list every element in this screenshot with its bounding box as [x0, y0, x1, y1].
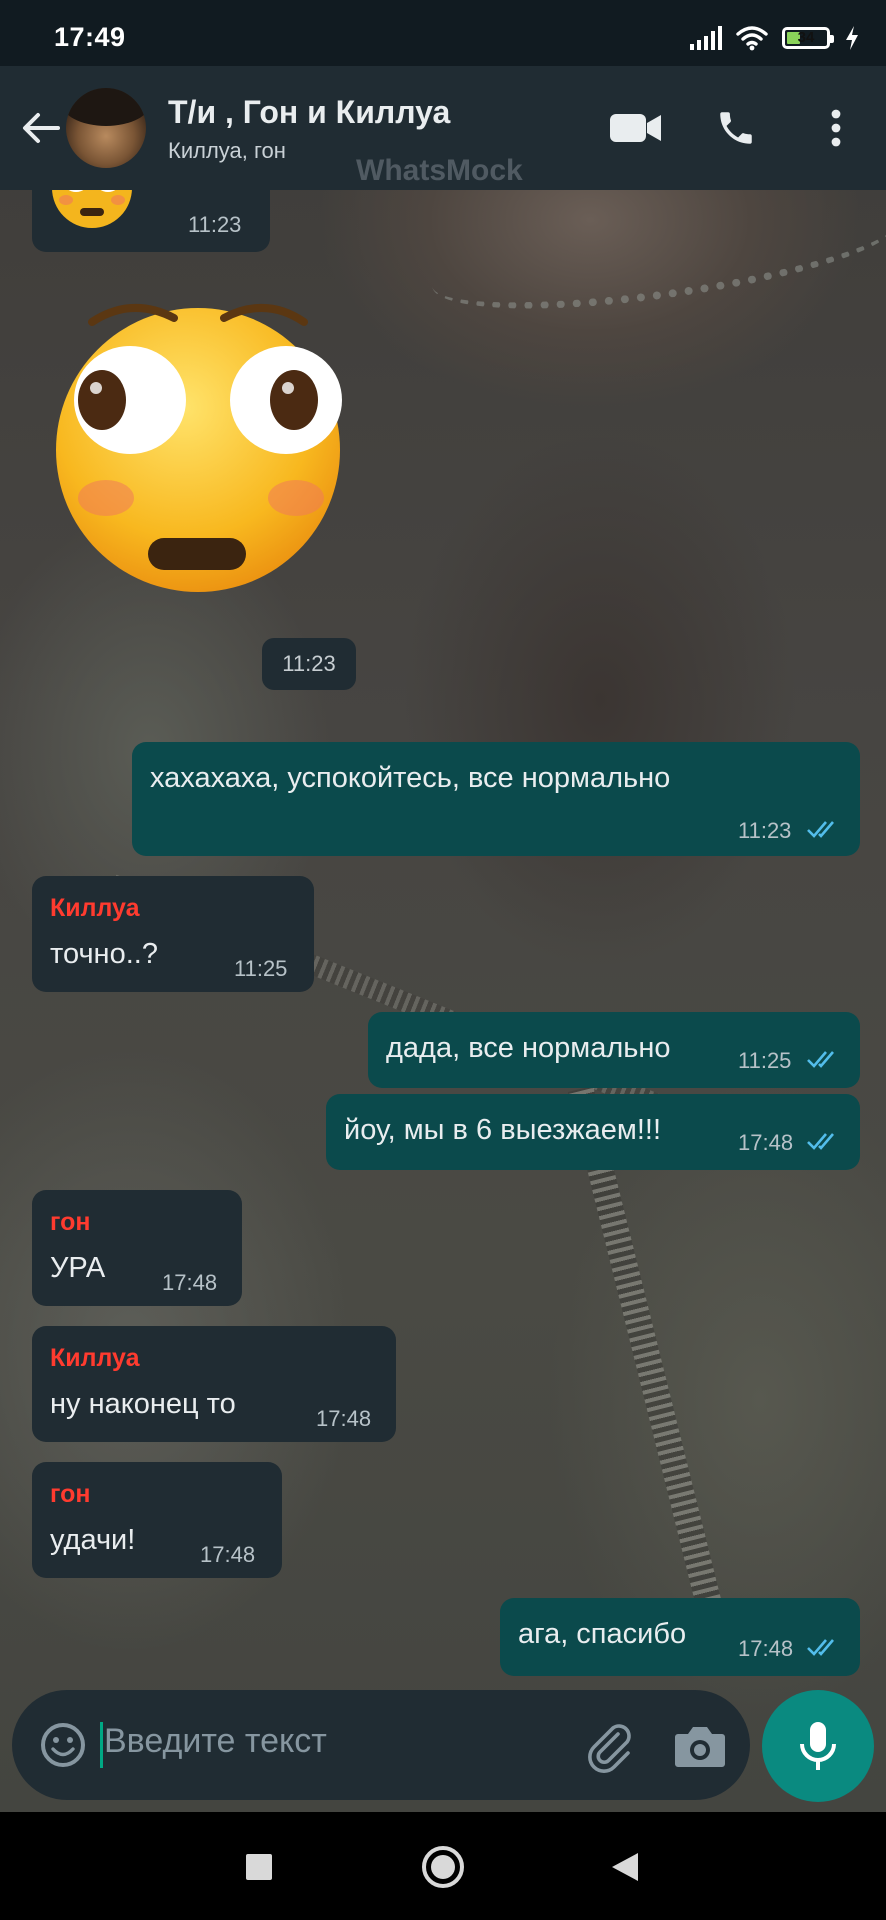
- group-avatar[interactable]: [66, 88, 146, 168]
- message-time: 17:48: [316, 1406, 372, 1431]
- wallpaper-necklace: [426, 177, 886, 331]
- read-ticks-icon: [807, 1639, 834, 1656]
- more-vert-icon[interactable]: [808, 102, 864, 154]
- message-time: 11:23: [282, 651, 336, 676]
- back-arrow-icon[interactable]: [18, 106, 62, 150]
- battery-icon: 34: [782, 27, 834, 49]
- status-icons: 34: [690, 24, 860, 52]
- message-time: 11:25: [738, 1048, 792, 1073]
- home-button[interactable]: [418, 1842, 468, 1892]
- battery-level: 34: [797, 29, 815, 46]
- watermark: WhatsMock: [356, 154, 523, 187]
- sender-name: гон: [50, 1208, 91, 1236]
- chat-members[interactable]: Киллуа, гон: [168, 138, 286, 164]
- message-time: 17:48: [738, 1130, 794, 1155]
- message-bubble-incoming[interactable]: гон УРА 17:48: [32, 1190, 242, 1306]
- text-caret: [100, 1722, 103, 1768]
- back-button[interactable]: [600, 1842, 650, 1892]
- message-bubble-outgoing[interactable]: ага, спасибо 17:48: [500, 1598, 860, 1676]
- message-input[interactable]: Введите текст: [104, 1722, 327, 1761]
- mic-button[interactable]: [762, 1690, 874, 1802]
- message-bubble-incoming[interactable]: Киллуа точно..? 11:25: [32, 876, 314, 992]
- message-bubble-outgoing[interactable]: дада, все нормально 11:25: [368, 1012, 860, 1088]
- camera-icon[interactable]: [672, 1720, 728, 1772]
- recents-button[interactable]: [234, 1842, 284, 1892]
- message-text: йоу, мы в 6 выезжаем!!!: [344, 1114, 662, 1146]
- emoji-icon[interactable]: [38, 1720, 88, 1770]
- sender-name: Киллуа: [50, 1344, 140, 1372]
- big-flushed-face-emoji-icon[interactable]: [52, 300, 344, 592]
- message-text: дада, все нормально: [386, 1032, 671, 1064]
- sender-name: Киллуа: [50, 894, 140, 922]
- read-ticks-icon: [807, 1051, 834, 1068]
- square-icon: [246, 1854, 272, 1880]
- chat-title[interactable]: Т/и , Гон и Киллуа: [168, 94, 450, 131]
- message-text: точно..?: [50, 938, 158, 970]
- chat-screen: 11:23 11:23 хахахаха, успокойтесь, все н…: [0, 0, 886, 1920]
- system-navigation-bar: [0, 1812, 886, 1920]
- message-bubble-incoming[interactable]: Киллуа ну наконец то 17:48: [32, 1326, 396, 1442]
- charging-icon: [846, 26, 858, 50]
- message-bubble-incoming[interactable]: гон удачи! 17:48: [32, 1462, 282, 1578]
- voice-call-icon[interactable]: [708, 102, 764, 154]
- back-triangle-icon: [612, 1853, 638, 1881]
- message-time-pill: 11:23: [262, 638, 356, 690]
- message-time: 17:48: [200, 1542, 256, 1567]
- read-ticks-icon: [807, 821, 834, 838]
- message-text: ну наконец то: [50, 1388, 236, 1420]
- message-text: ага, спасибо: [518, 1618, 687, 1650]
- video-call-icon[interactable]: [608, 102, 664, 154]
- message-bubble-outgoing[interactable]: хахахаха, успокойтесь, все нормально 11:…: [132, 742, 860, 856]
- message-text: УРА: [50, 1252, 106, 1284]
- message-time: 11:25: [234, 956, 288, 981]
- message-time: 11:23: [738, 818, 792, 843]
- message-text: хахахаха, успокойтесь, все нормально: [150, 762, 671, 794]
- sender-name: гон: [50, 1480, 91, 1508]
- wifi-icon: [736, 26, 768, 51]
- message-input-bar[interactable]: Введите текст: [12, 1690, 750, 1800]
- message-time: 11:23: [188, 212, 242, 237]
- message-bubble-outgoing[interactable]: йоу, мы в 6 выезжаем!!! 17:48: [326, 1094, 860, 1170]
- message-time: 17:48: [162, 1270, 218, 1295]
- message-time: 17:48: [738, 1636, 794, 1661]
- mic-icon: [800, 1722, 836, 1770]
- signal-icon: [690, 26, 722, 50]
- attach-icon[interactable]: [582, 1718, 638, 1774]
- home-circle-icon: [422, 1846, 464, 1888]
- status-time: 17:49: [54, 22, 126, 52]
- read-ticks-icon: [807, 1133, 834, 1150]
- status-bar: 17:49 34: [0, 0, 886, 66]
- wallpaper-zipper: [567, 1085, 739, 1675]
- message-text: удачи!: [50, 1524, 136, 1556]
